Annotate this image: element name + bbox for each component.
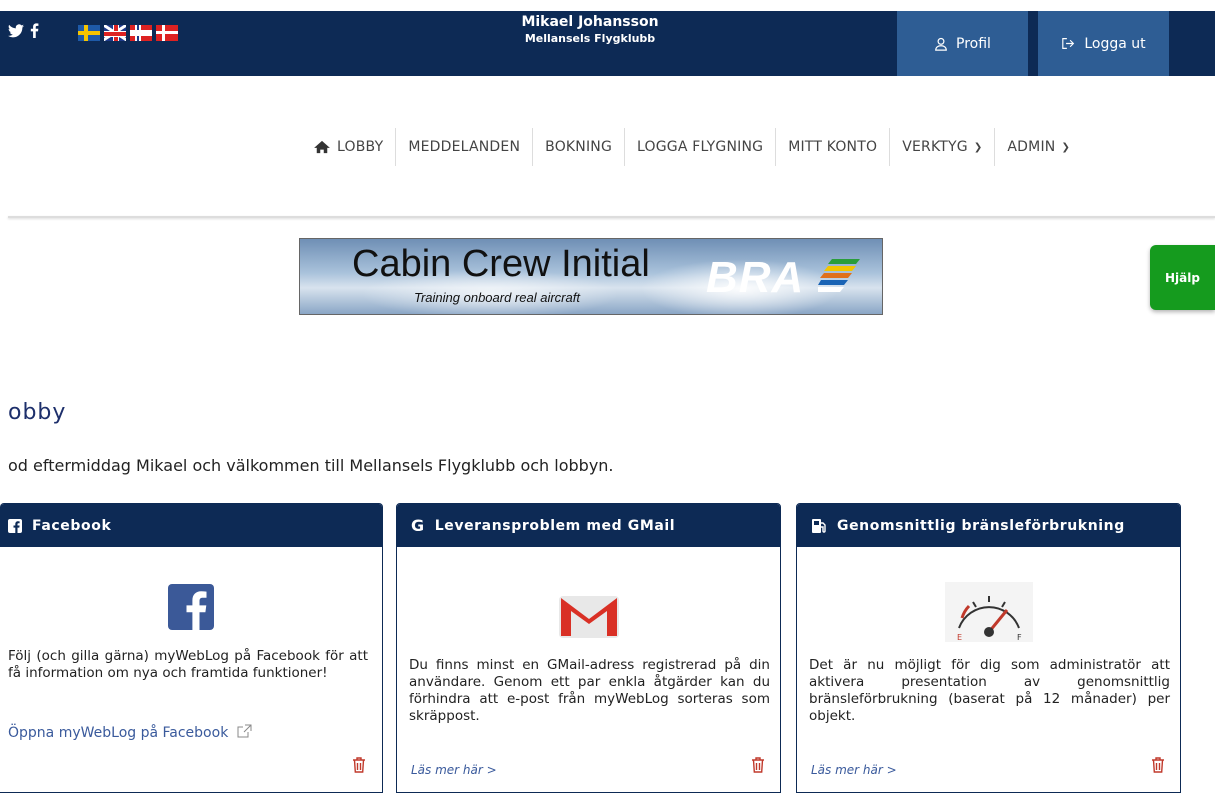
nav-label: ADMIN: [1007, 139, 1056, 155]
card-text: Det är nu möjligt för dig som administra…: [809, 657, 1170, 724]
bra-logo-stripes-icon: [818, 259, 860, 292]
svg-text:F: F: [1017, 633, 1022, 642]
english-flag-icon[interactable]: [104, 25, 126, 41]
logout-button[interactable]: Logga ut: [1038, 11, 1169, 76]
nav-item-verktyg[interactable]: VERKTYG ❯: [890, 128, 996, 166]
social-links: [8, 23, 39, 42]
facebook-card: Facebook Följ (och gilla gärna) myWebLog…: [0, 503, 383, 793]
card-text: Du finns minst en GMail-adress registrer…: [409, 657, 770, 724]
card-header: G Leveransproblem med GMail: [397, 504, 780, 547]
user-name: Mikael Johansson: [521, 14, 659, 30]
nav-item-admin[interactable]: ADMIN ❯: [995, 128, 1082, 166]
nav-item-mitt-konto[interactable]: MITT KONTO: [776, 128, 891, 166]
card-title: Leveransproblem med GMail: [434, 517, 676, 534]
card-header: Genomsnittlig bränsleförbrukning: [797, 504, 1180, 547]
gmail-icon: [558, 596, 619, 638]
nav-label: LOBBY: [337, 139, 384, 155]
delete-icon[interactable]: [751, 757, 765, 778]
chevron-down-icon: ❯: [1061, 141, 1071, 153]
facebook-square-icon: [8, 518, 22, 533]
nav-label: BOKNING: [545, 139, 613, 155]
norwegian-flag-icon[interactable]: [130, 25, 152, 41]
read-more-link[interactable]: Läs mer här >: [811, 762, 897, 779]
svg-text:E: E: [957, 633, 962, 642]
nav-label: LOGGA FLYGNING: [637, 139, 764, 155]
card-title: Facebook: [32, 517, 112, 534]
card-text: Följ (och gilla gärna) myWebLog på Faceb…: [8, 648, 368, 681]
read-more-link[interactable]: Läs mer här >: [411, 762, 497, 779]
nav-label: VERKTYG: [902, 139, 968, 155]
greeting-text: od eftermiddag Mikael och välkommen till…: [8, 456, 614, 475]
nav-item-logga-flygning[interactable]: LOGGA FLYGNING: [625, 128, 777, 166]
user-info: Mikael Johansson Mellansels Flygklubb: [490, 14, 690, 45]
google-icon: G: [411, 516, 425, 535]
delete-icon[interactable]: [1151, 757, 1165, 778]
user-icon: [935, 37, 947, 51]
fuel-gauge-icon: E F: [944, 582, 1033, 642]
banner-brand: BRA: [706, 253, 805, 302]
profile-button[interactable]: Profil: [897, 11, 1028, 76]
profile-label: Profil: [956, 35, 991, 52]
language-flags: [78, 25, 178, 41]
banner-subtitle: Training onboard real aircraft: [414, 290, 580, 305]
chevron-down-icon: ❯: [973, 141, 983, 153]
page-title: obby: [8, 400, 67, 425]
nav-item-meddelanden[interactable]: MEDDELANDEN: [396, 128, 534, 166]
swedish-flag-icon[interactable]: [78, 25, 100, 41]
facebook-link[interactable]: Öppna myWebLog på Facebook: [8, 724, 253, 742]
nav-label: MITT KONTO: [788, 139, 878, 155]
sign-out-icon: [1062, 38, 1075, 49]
logout-label: Logga ut: [1084, 35, 1146, 52]
card-header: Facebook: [0, 504, 382, 547]
gmail-card: G Leveransproblem med GMail Du finns min…: [396, 503, 781, 793]
club-name: Mellansels Flygklubb: [524, 32, 656, 45]
banner-title: Cabin Crew Initial: [352, 243, 650, 285]
delete-icon[interactable]: [352, 757, 366, 778]
nav-item-lobby[interactable]: LOBBY: [301, 128, 397, 166]
gas-pump-icon: [811, 518, 827, 534]
nav-item-bokning[interactable]: BOKNING: [533, 128, 626, 166]
ad-banner[interactable]: Cabin Crew Initial Training onboard real…: [299, 238, 883, 315]
nav-divider: [8, 216, 1215, 218]
nav-label: MEDDELANDEN: [408, 139, 521, 155]
card-title: Genomsnittlig bränsleförbrukning: [837, 517, 1125, 534]
external-link-icon: [237, 724, 252, 738]
fuel-card: Genomsnittlig bränsleförbrukning E F Det…: [796, 503, 1181, 793]
help-button[interactable]: Hjälp: [1150, 245, 1215, 310]
danish-flag-icon[interactable]: [156, 25, 178, 41]
facebook-logo-icon: [168, 584, 214, 630]
facebook-icon[interactable]: [30, 23, 39, 42]
twitter-icon[interactable]: [8, 23, 24, 42]
main-nav: LOBBY MEDDELANDEN BOKNING LOGGA FLYGNING…: [301, 128, 1082, 166]
home-icon: [314, 140, 330, 154]
